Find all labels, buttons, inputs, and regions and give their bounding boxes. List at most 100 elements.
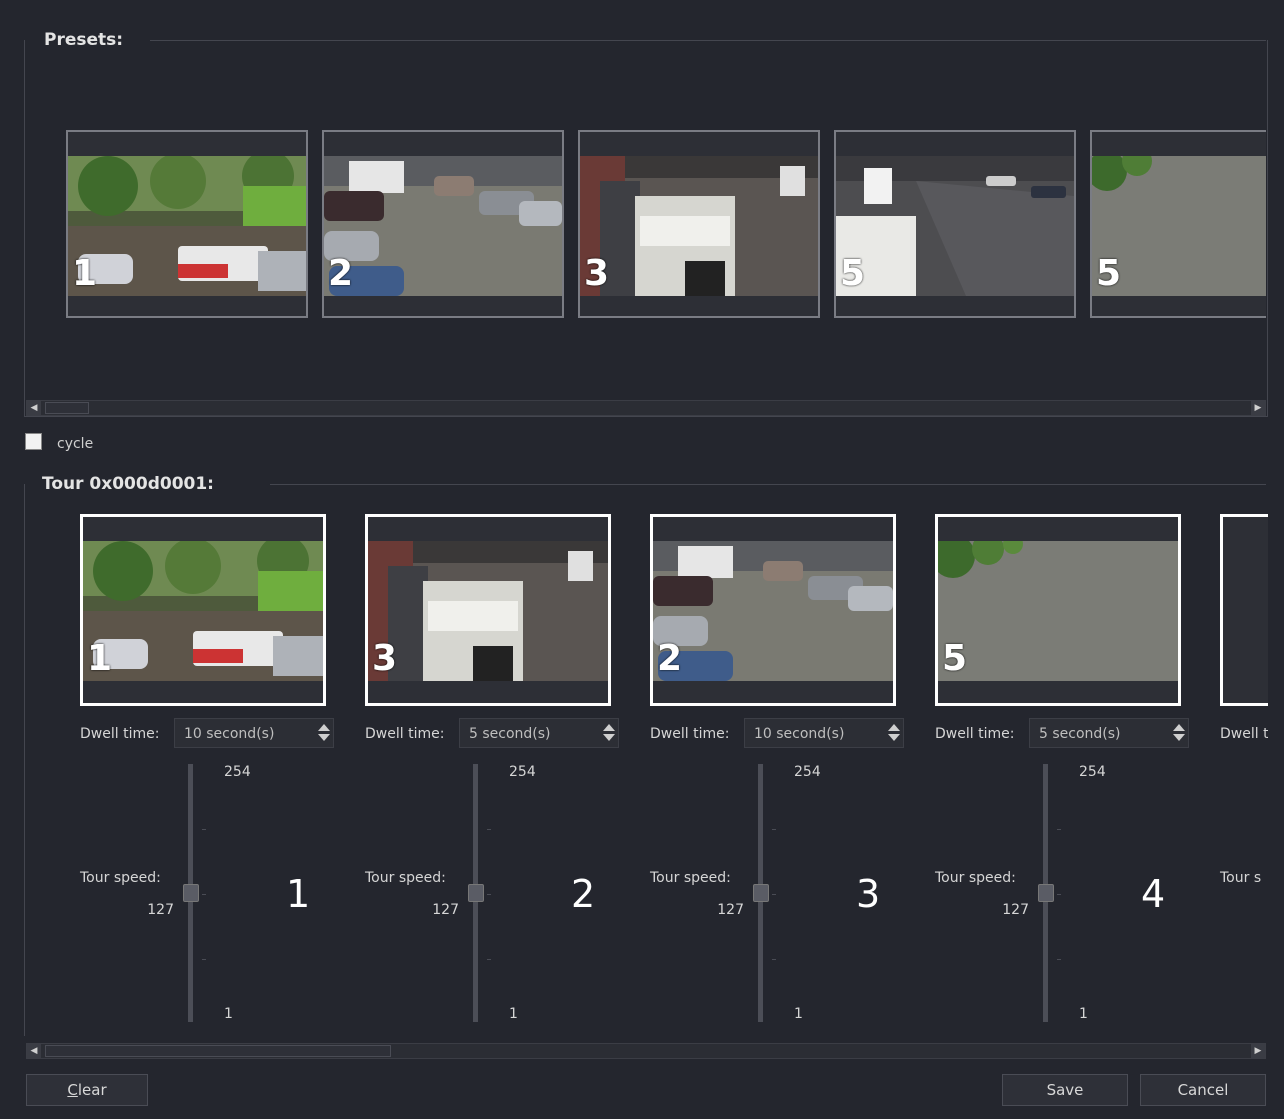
slider-tick xyxy=(202,829,206,830)
preset-item[interactable]: 5 xyxy=(834,130,1076,318)
tour-speed-slider-handle[interactable] xyxy=(1038,884,1054,902)
scroll-right-arrow-icon[interactable]: ▶ xyxy=(1251,1044,1265,1058)
tour-step-image: 5 xyxy=(938,541,1178,681)
preset-number: 3 xyxy=(584,253,610,294)
tour-step-image: 1 xyxy=(83,541,323,681)
tour-step: 1 Dwell time: 10 second(s) 254 1 Tour sp… xyxy=(26,514,334,1034)
tour-title: Tour 0x000d0001: xyxy=(34,474,222,494)
camera-image xyxy=(580,156,818,296)
tour-scrollbar[interactable]: ◀ ▶ xyxy=(26,1043,1266,1059)
preset-item[interactable]: 2 xyxy=(322,130,564,318)
tour-step: 3 Dwell time: 5 second(s) 254 1 Tour spe… xyxy=(311,514,619,1034)
preset-number: 5 xyxy=(1096,253,1122,294)
tour-step: Dwell t Tour s xyxy=(1166,514,1268,1034)
preset-item[interactable]: 3 xyxy=(578,130,820,318)
slider-max-label: 254 xyxy=(224,764,251,780)
preset-strip: 1 2 3 5 5 xyxy=(26,80,1266,380)
scrollbar-thumb[interactable] xyxy=(45,402,89,414)
dwell-time-label: Dwell time: xyxy=(365,726,445,742)
tour-step-number: 3 xyxy=(856,872,881,916)
preset-thumbnail: 1 xyxy=(68,156,306,296)
slider-tick xyxy=(1057,894,1061,895)
tour-step-number: 1 xyxy=(286,872,311,916)
slider-min-label: 1 xyxy=(794,1006,803,1022)
slider-min-label: 1 xyxy=(509,1006,518,1022)
tour-step-preset-number: 5 xyxy=(942,638,968,679)
scroll-left-arrow-icon[interactable]: ◀ xyxy=(27,401,41,415)
dwell-time-spinbox[interactable]: 10 second(s) xyxy=(174,718,334,748)
slider-tick xyxy=(202,959,206,960)
dwell-time-label: Dwell time: xyxy=(935,726,1015,742)
cycle-checkbox[interactable] xyxy=(25,433,42,450)
tour-step-thumbnail[interactable]: 3 xyxy=(365,514,611,706)
tour-speed-label: Tour speed: xyxy=(935,870,1016,886)
slider-max-label: 254 xyxy=(794,764,821,780)
slider-tick xyxy=(1057,829,1061,830)
camera-image xyxy=(83,541,323,681)
presets-group-line xyxy=(150,40,1266,41)
dwell-time-value: 5 second(s) xyxy=(469,726,551,742)
preset-thumbnail: 5 xyxy=(836,156,1074,296)
presets-scrollbar[interactable]: ◀ ▶ xyxy=(26,400,1266,416)
tour-step-preset-number: 2 xyxy=(657,638,683,679)
tour-step-preset-number: 3 xyxy=(372,638,398,679)
preset-number: 1 xyxy=(72,253,98,294)
dwell-time-spinbox[interactable]: 5 second(s) xyxy=(459,718,619,748)
dwell-time-value: 10 second(s) xyxy=(754,726,845,742)
cycle-label: cycle xyxy=(57,436,94,452)
scroll-left-arrow-icon[interactable]: ◀ xyxy=(27,1044,41,1058)
tour-speed-value: 127 xyxy=(147,902,174,918)
slider-max-label: 254 xyxy=(1079,764,1106,780)
slider-min-label: 1 xyxy=(224,1006,233,1022)
tour-step-number: 2 xyxy=(571,872,596,916)
tour-step-thumbnail[interactable]: 2 xyxy=(650,514,896,706)
cancel-button[interactable]: Cancel xyxy=(1140,1074,1266,1106)
preset-thumbnail: 3 xyxy=(580,156,818,296)
slider-tick xyxy=(202,894,206,895)
slider-tick xyxy=(487,959,491,960)
camera-image xyxy=(938,541,1178,681)
clear-button[interactable]: Clear xyxy=(26,1074,148,1106)
tour-step: 5 Dwell time: 5 second(s) 254 1 Tour spe… xyxy=(881,514,1189,1034)
dwell-time-label: Dwell time: xyxy=(650,726,730,742)
camera-image xyxy=(324,156,562,296)
tour-strip: 1 Dwell time: 10 second(s) 254 1 Tour sp… xyxy=(26,500,1268,1036)
tour-speed-slider-handle[interactable] xyxy=(183,884,199,902)
slider-tick xyxy=(772,959,776,960)
preset-thumbnail: 5 xyxy=(1092,156,1266,296)
camera-image xyxy=(653,541,893,681)
camera-image xyxy=(68,156,306,296)
tour-speed-value: 127 xyxy=(717,902,744,918)
slider-min-label: 1 xyxy=(1079,1006,1088,1022)
tour-step-preset-number: 1 xyxy=(87,638,113,679)
scroll-right-arrow-icon[interactable]: ▶ xyxy=(1251,401,1265,415)
dwell-time-spinbox[interactable]: 10 second(s) xyxy=(744,718,904,748)
dwell-time-value: 10 second(s) xyxy=(184,726,275,742)
save-button[interactable]: Save xyxy=(1002,1074,1128,1106)
tour-group-line xyxy=(270,484,1266,485)
slider-tick xyxy=(772,894,776,895)
preset-item[interactable]: 1 xyxy=(66,130,308,318)
tour-speed-value: 127 xyxy=(432,902,459,918)
dwell-time-spinbox[interactable]: 5 second(s) xyxy=(1029,718,1189,748)
presets-title: Presets: xyxy=(36,30,132,50)
tour-speed-slider-handle[interactable] xyxy=(753,884,769,902)
tour-step-image: 3 xyxy=(368,541,608,681)
clear-label: lear xyxy=(77,1081,107,1099)
tour-speed-label: Tour speed: xyxy=(80,870,161,886)
slider-tick xyxy=(772,829,776,830)
dwell-time-label: Dwell t xyxy=(1220,726,1268,742)
tour-step-thumbnail[interactable]: 1 xyxy=(80,514,326,706)
tour-step-thumbnail[interactable]: 5 xyxy=(935,514,1181,706)
tour-step-number: 4 xyxy=(1141,872,1166,916)
tour-speed-slider-handle[interactable] xyxy=(468,884,484,902)
camera-image xyxy=(836,156,1074,296)
preset-item[interactable]: 5 xyxy=(1090,130,1266,318)
scrollbar-thumb[interactable] xyxy=(45,1045,391,1057)
tour-step: 2 Dwell time: 10 second(s) 254 1 Tour sp… xyxy=(596,514,904,1034)
tour-speed-label: Tour speed: xyxy=(365,870,446,886)
tour-speed-label: Tour speed: xyxy=(650,870,731,886)
preset-number: 2 xyxy=(328,253,354,294)
clear-mnemonic: C xyxy=(67,1081,78,1099)
tour-step-thumbnail[interactable] xyxy=(1220,514,1268,706)
